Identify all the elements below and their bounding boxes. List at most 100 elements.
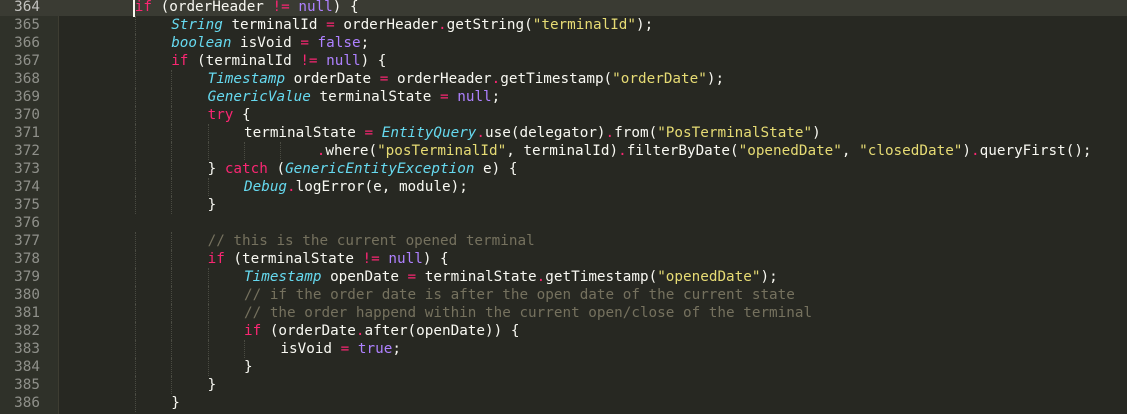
code-text: isVoid = true;: [280, 340, 401, 358]
code-text: if (terminalState != null) {: [208, 250, 449, 268]
indent-guide: [134, 358, 136, 376]
code-token: }: [244, 359, 253, 375]
code-token: );: [636, 17, 654, 33]
code-token: (orderDate: [261, 323, 356, 339]
code-line[interactable]: 366 boolean isVoid = false;: [0, 34, 1127, 52]
indent-guide: [171, 88, 173, 106]
code-text: // if the order date is after the open d…: [244, 286, 795, 304]
code-token: ;: [360, 35, 370, 51]
code-token: }: [207, 377, 217, 393]
code-line[interactable]: 379 Timestamp openDate = terminalState.ge…: [0, 268, 1127, 286]
code-token: false: [317, 35, 361, 51]
code-text: if (terminalId != null) {: [171, 52, 386, 70]
indent-guide: [171, 142, 173, 160]
indent-guide: [134, 70, 136, 88]
code-token: if: [207, 251, 225, 267]
code-line[interactable]: 376: [0, 214, 1127, 232]
code-token: after(openDate)) {: [364, 323, 520, 339]
code-token: =: [407, 269, 417, 285]
indent-guide: [134, 88, 136, 106]
indent-guide: [134, 394, 136, 412]
code-text: if (orderDate.after(openDate)) {: [244, 322, 519, 340]
code-token: (orderHeader: [152, 0, 273, 15]
code-token: "posTerminalId": [377, 143, 507, 159]
code-token: openDate: [321, 269, 408, 285]
text-cursor: [133, 0, 135, 17]
code-lines[interactable]: 364 if (orderHeader != null) {365 String t…: [0, 0, 1127, 412]
code-token: // this is the current opened terminal: [207, 233, 535, 249]
indent-guide: [171, 250, 173, 268]
indent-guide: [207, 358, 209, 376]
code-line[interactable]: 386}: [0, 394, 1127, 412]
line-number: 376: [14, 215, 40, 231]
code-token: (terminalState: [224, 251, 363, 267]
code-token: true: [357, 341, 393, 357]
code-text: // the order happend within the current …: [244, 304, 812, 322]
line-number: 370: [14, 107, 40, 123]
code-token: }: [207, 197, 217, 213]
code-line[interactable]: 367 if (terminalId != null) {: [0, 52, 1127, 70]
code-line[interactable]: 374 Debug.logError(e, module);: [0, 178, 1127, 196]
code-line[interactable]: 372 .where("posTerminalId", terminalId).f…: [0, 142, 1127, 160]
code-token: e) {: [474, 161, 518, 177]
line-number: 386: [14, 395, 40, 411]
code-line[interactable]: 383 isVoid = true;: [0, 340, 1127, 358]
code-token: terminalState: [244, 125, 365, 141]
indent-guide: [134, 106, 136, 124]
code-line[interactable]: 377 // this is the current opened termina…: [0, 232, 1127, 250]
code-token: =: [440, 89, 449, 105]
code-token: .: [491, 71, 501, 87]
code-token: ,: [841, 143, 860, 159]
code-line[interactable]: 371 terminalState = EntityQuery.use(deleg…: [0, 124, 1127, 142]
indent-guide: [171, 196, 173, 214]
code-line[interactable]: 382 if (orderDate.after(openDate)) {: [0, 322, 1127, 340]
indent-guide: [134, 160, 136, 178]
code-text: }: [208, 376, 217, 394]
code-token: "PosTerminalState": [657, 125, 813, 141]
code-line[interactable]: 378 if (terminalState != null) {: [0, 250, 1127, 268]
code-token: "terminalId": [532, 17, 637, 33]
code-line[interactable]: 385}: [0, 376, 1127, 394]
indent-guide: [280, 142, 282, 160]
code-line[interactable]: 375}: [0, 196, 1127, 214]
indent-guide: [134, 178, 136, 196]
code-token: getTimestamp(: [500, 71, 613, 87]
code-token: ): [962, 143, 972, 159]
line-number: 381: [14, 305, 40, 321]
code-token: =: [326, 17, 335, 33]
code-token: !=: [300, 53, 318, 69]
code-token: orderHeader: [388, 71, 492, 87]
code-token: Timestamp: [244, 269, 322, 285]
code-token: );: [706, 71, 725, 87]
code-line[interactable]: 370 try {: [0, 106, 1127, 124]
indent-guide: [134, 322, 136, 340]
code-editor[interactable]: 364 if (orderHeader != null) {365 String t…: [0, 0, 1127, 414]
code-line[interactable]: 369 GenericValue terminalState = null;: [0, 88, 1127, 106]
code-token: ;: [491, 89, 501, 105]
code-line[interactable]: 381 // the order happend within the curre…: [0, 304, 1127, 322]
code-token: if: [244, 323, 262, 339]
code-text: // this is the current opened terminal: [208, 232, 535, 250]
line-number: 377: [14, 233, 40, 249]
code-line[interactable]: 380 // if the order date is after the ope…: [0, 286, 1127, 304]
code-token: }: [171, 395, 180, 411]
code-line[interactable]: 384}: [0, 358, 1127, 376]
code-token: orderDate: [285, 71, 380, 87]
code-line[interactable]: 364 if (orderHeader != null) {: [0, 0, 1127, 16]
code-line[interactable]: 373} catch (GenericEntityException e) {: [0, 160, 1127, 178]
code-text: }: [244, 358, 253, 376]
code-token: Debug: [244, 179, 288, 195]
code-token: Timestamp: [207, 71, 286, 87]
code-token: "closedDate": [859, 143, 963, 159]
code-token: null: [298, 0, 333, 15]
code-text: }: [171, 394, 180, 412]
indent-guide: [171, 70, 173, 88]
indent-guide: [171, 178, 173, 196]
code-line[interactable]: 365 String terminalId = orderHeader.getSt…: [0, 16, 1127, 34]
code-line[interactable]: 368 Timestamp orderDate = orderHeader.get…: [0, 70, 1127, 88]
code-token: !=: [272, 0, 290, 15]
indent-guide: [134, 250, 136, 268]
indent-guide: [171, 304, 173, 322]
line-number: 385: [14, 377, 40, 393]
